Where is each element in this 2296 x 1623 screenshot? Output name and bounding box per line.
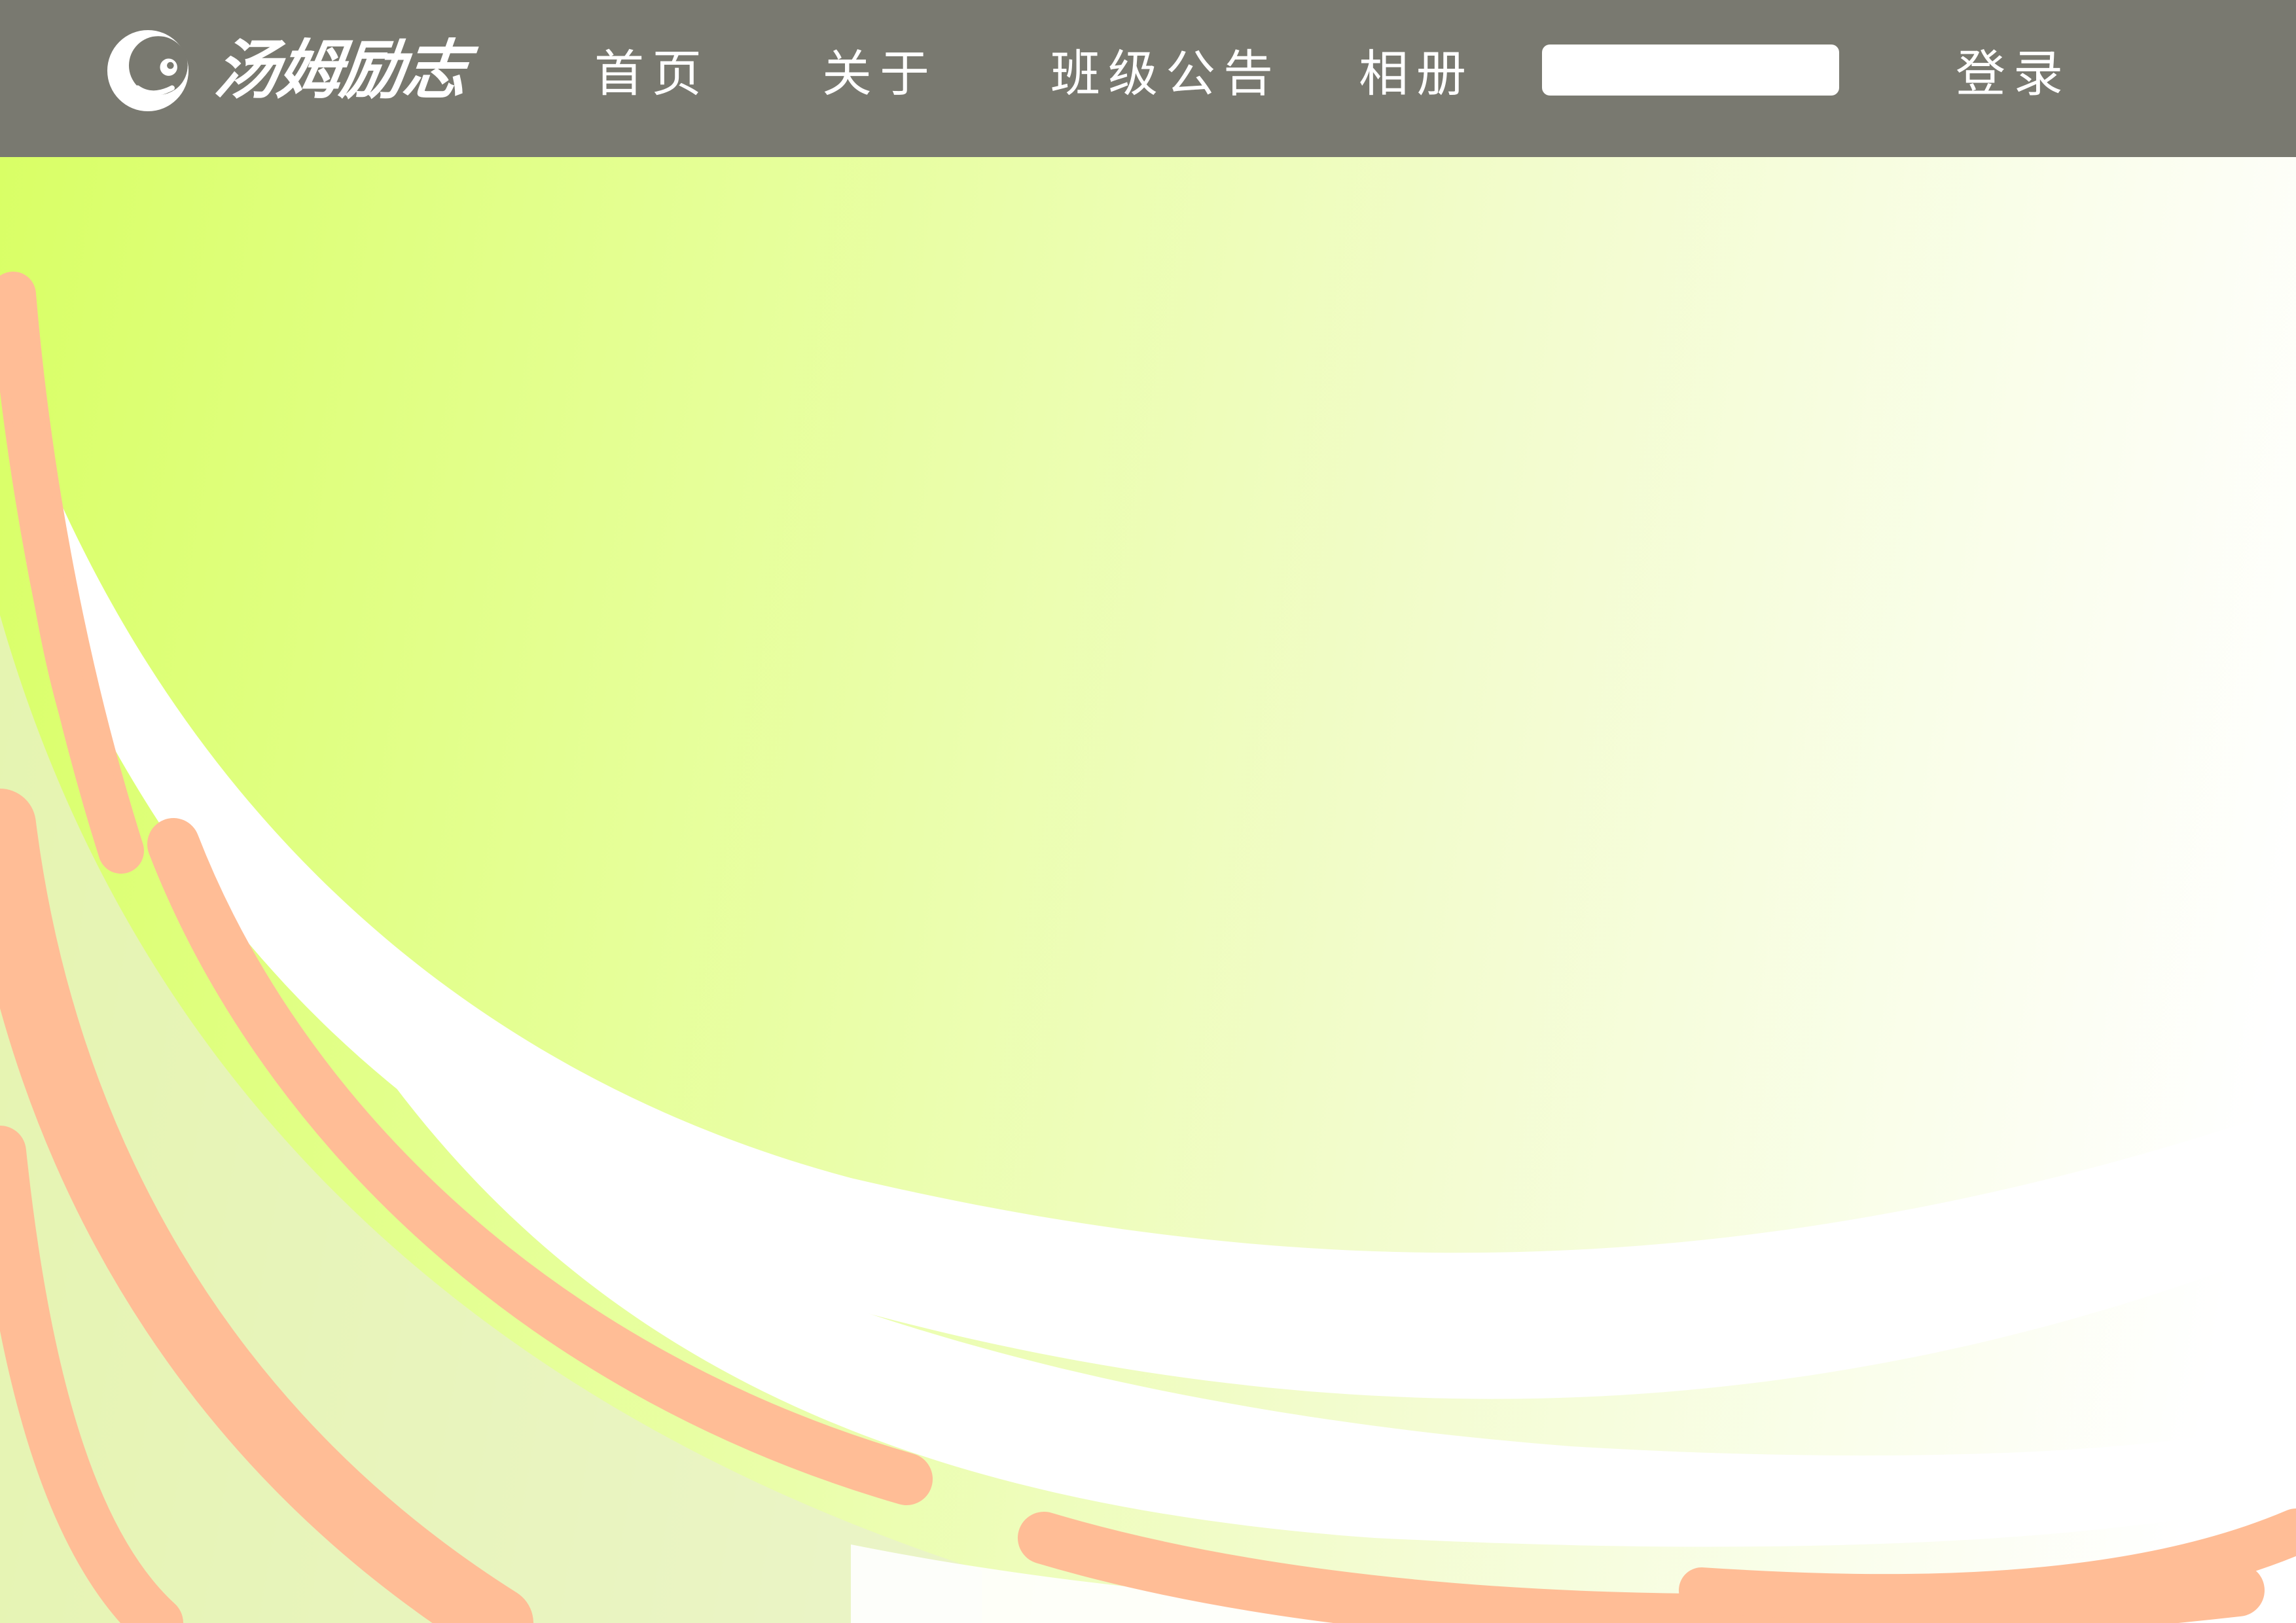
top-navbar: 汤姆励志 首页 关于 班级公告 相册 登录 <box>0 0 2296 157</box>
nav-link-home[interactable]: 首页 <box>594 38 709 110</box>
moon-face-logo-icon <box>107 29 189 112</box>
nav-link-album[interactable]: 相册 <box>1359 38 1474 110</box>
brand-name: 汤姆励志 <box>211 33 471 108</box>
brand-logo[interactable]: 汤姆励志 <box>105 25 471 116</box>
search-input[interactable] <box>1542 45 1839 96</box>
nav-link-about[interactable]: 关于 <box>822 38 937 110</box>
hero-decoration <box>0 272 2296 1623</box>
nav-link-class-notice[interactable]: 班级公告 <box>1050 38 1281 110</box>
hero-banner <box>0 157 2296 1623</box>
page: 汤姆励志 首页 关于 班级公告 相册 登录 <box>0 0 2296 1623</box>
login-link[interactable]: 登录 <box>1956 38 2071 110</box>
